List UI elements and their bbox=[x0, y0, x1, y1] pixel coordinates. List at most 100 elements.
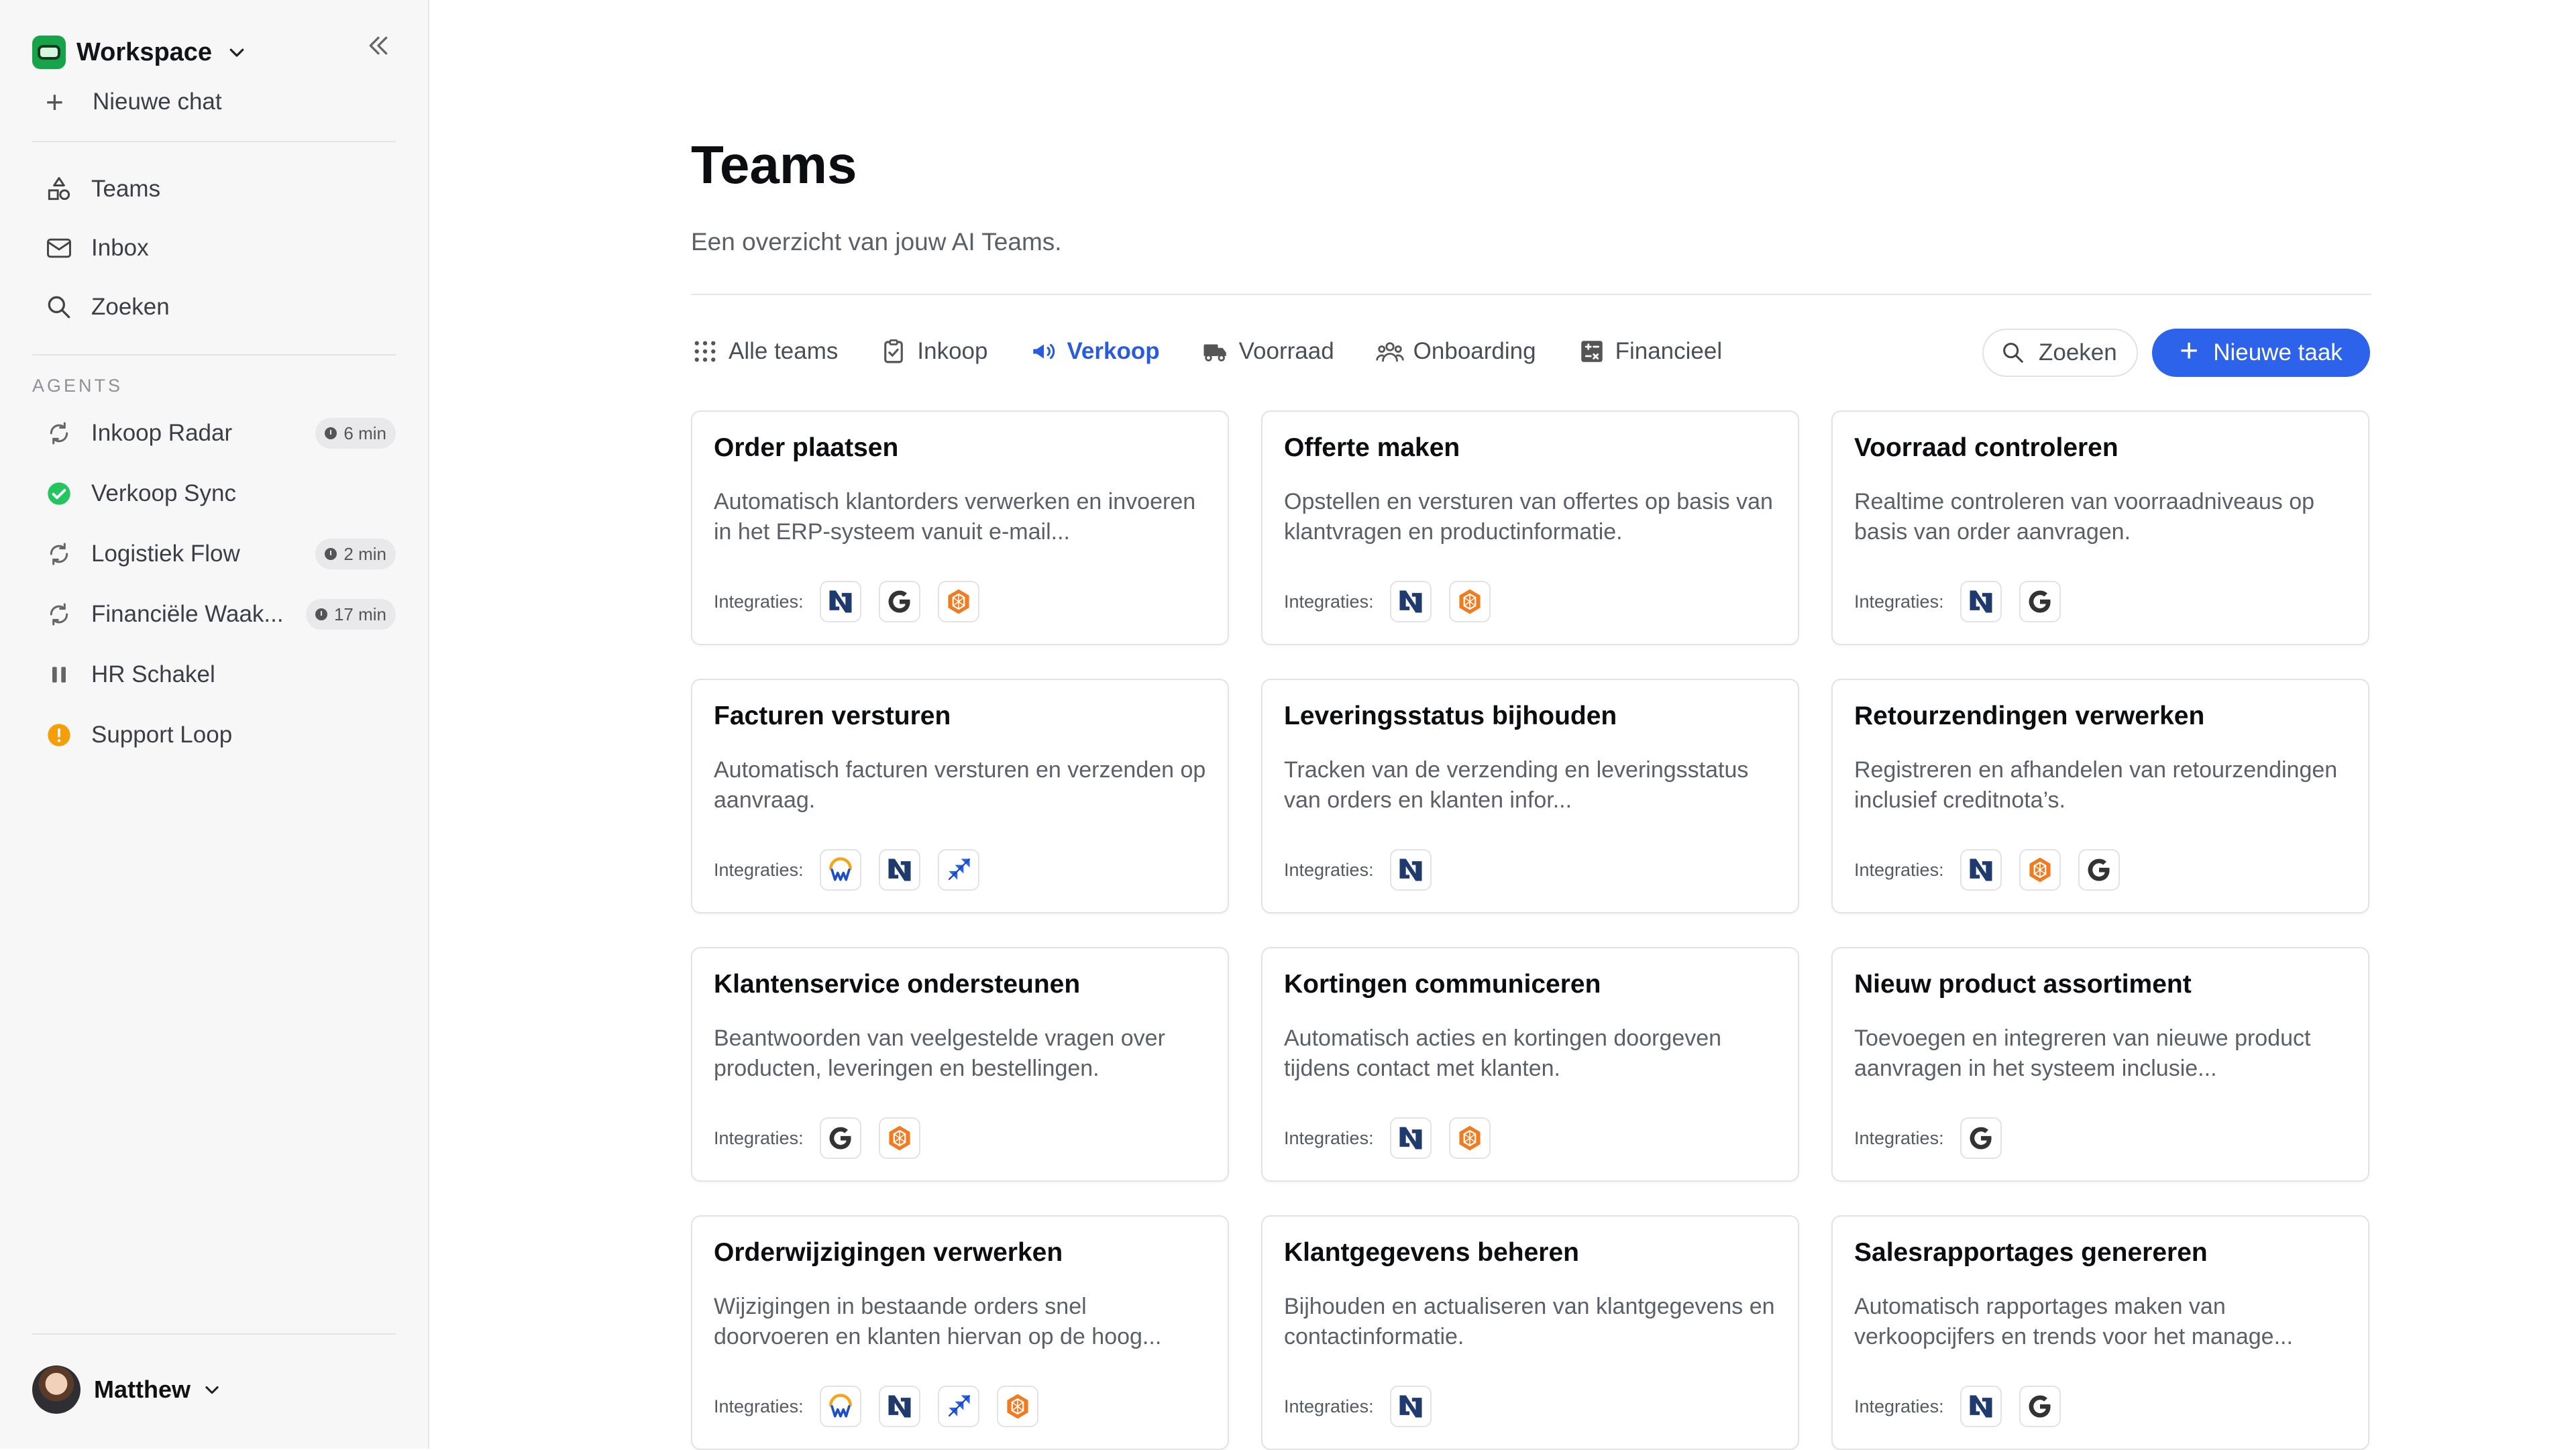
netsuite-icon bbox=[1389, 1117, 1432, 1159]
search-icon bbox=[2003, 343, 2023, 363]
team-card[interactable]: Orderwijzigingen verwerken Wijzigingen in… bbox=[691, 1215, 1229, 1450]
integrations-label: Integraties: bbox=[714, 1396, 804, 1416]
agent-item[interactable]: Verkoop Sync bbox=[32, 463, 396, 524]
user-menu[interactable]: Matthew bbox=[32, 1365, 221, 1414]
integrations-row: Integraties: bbox=[1284, 581, 1508, 622]
card-title: Kortingen communiceren bbox=[1284, 970, 1601, 999]
integrations-row: Integraties: bbox=[1284, 1386, 1449, 1427]
main-content: Teams Een overzicht van jouw AI Teams. A… bbox=[429, 0, 2576, 1450]
divider bbox=[32, 354, 396, 355]
agent-item[interactable]: Logistiek Flow 2 min bbox=[32, 524, 396, 584]
divider bbox=[32, 1333, 396, 1335]
netsuite-icon bbox=[1960, 581, 2002, 622]
search-button[interactable]: Zoeken bbox=[1982, 329, 2138, 377]
avatar bbox=[32, 1365, 80, 1414]
tab-voorraad[interactable]: Voorraad bbox=[1201, 337, 1334, 366]
integrations-label: Integraties: bbox=[714, 859, 804, 880]
card-title: Salesrapportages genereren bbox=[1854, 1238, 2208, 1267]
team-card[interactable]: Salesrapportages genereren Automatisch ra… bbox=[1831, 1215, 2369, 1450]
team-card[interactable]: Retourzendingen verwerken Registreren en … bbox=[1831, 679, 2369, 913]
divider bbox=[32, 141, 396, 142]
team-card[interactable]: Nieuw product assortiment Toevoegen en in… bbox=[1831, 947, 2369, 1182]
sync-icon bbox=[44, 419, 74, 448]
tab-verkoop[interactable]: Verkoop bbox=[1030, 337, 1160, 366]
integrations-row: Integraties: bbox=[1854, 1117, 2019, 1159]
agent-name: Inkoop Radar bbox=[91, 420, 233, 446]
users-icon bbox=[1376, 342, 1404, 362]
badge-text: 2 min bbox=[343, 543, 386, 564]
card-title: Voorraad controleren bbox=[1854, 433, 2118, 462]
grid-icon bbox=[694, 341, 716, 362]
truck-icon bbox=[1203, 344, 1226, 361]
agent-item[interactable]: Inkoop Radar 6 min bbox=[32, 403, 396, 463]
card-title: Klantenservice ondersteunen bbox=[714, 970, 1081, 999]
agent-name: HR Schakel bbox=[91, 661, 215, 687]
sidebar-item-search[interactable]: Zoeken bbox=[32, 278, 396, 337]
page-subtitle: Een overzicht van jouw AI Teams. bbox=[691, 228, 1062, 256]
team-card[interactable]: Order plaatsen Automatisch klantorders ve… bbox=[691, 410, 1229, 645]
megaphone-icon bbox=[1032, 343, 1055, 359]
pause-icon bbox=[44, 660, 74, 689]
tab-alle-teams[interactable]: Alle teams bbox=[691, 337, 838, 366]
netsuite-icon bbox=[878, 1386, 920, 1427]
workspace-name: Workspace bbox=[76, 38, 213, 66]
agent-item[interactable]: HR Schakel bbox=[32, 645, 396, 705]
integrations-label: Integraties: bbox=[1284, 1127, 1374, 1148]
sidebar-item-inbox[interactable]: Inbox bbox=[32, 219, 396, 278]
magento-icon bbox=[2019, 849, 2061, 891]
integrations-label: Integraties: bbox=[1854, 1127, 1944, 1148]
tab-label: Voorraad bbox=[1238, 338, 1334, 364]
mail-icon bbox=[47, 238, 71, 258]
tab-inkoop[interactable]: Inkoop bbox=[879, 337, 988, 366]
integrations-label: Integraties: bbox=[1284, 859, 1374, 880]
team-card[interactable]: Kortingen communiceren Automatisch acties… bbox=[1261, 947, 1799, 1182]
magento-icon bbox=[937, 581, 979, 622]
netsuite-icon bbox=[1389, 581, 1432, 622]
team-card[interactable]: Facturen versturen Automatisch facturen v… bbox=[691, 679, 1229, 913]
team-card-grid: Order plaatsen Automatisch klantorders ve… bbox=[691, 410, 2375, 1450]
netsuite-icon bbox=[1389, 849, 1432, 891]
team-card[interactable]: Offerte maken Opstellen en versturen van … bbox=[1261, 410, 1799, 645]
divider bbox=[691, 294, 2371, 295]
new-task-button[interactable]: + Nieuwe taak bbox=[2152, 329, 2370, 377]
workspace-switcher[interactable]: Workspace bbox=[32, 31, 396, 74]
wave-icon bbox=[819, 1386, 861, 1427]
team-card[interactable]: Klantenservice ondersteunen Beantwoorden … bbox=[691, 947, 1229, 1182]
sync-icon bbox=[44, 600, 74, 629]
card-description: Automatisch acties en kortingen doorgeve… bbox=[1284, 1025, 1722, 1081]
team-card[interactable]: Klantgegevens beheren Bijhouden en actual… bbox=[1261, 1215, 1799, 1450]
time-badge: 6 min bbox=[315, 418, 396, 449]
tab-onboarding[interactable]: Onboarding bbox=[1376, 337, 1536, 366]
integrations-row: Integraties: bbox=[714, 1117, 938, 1159]
integrations-row: Integraties: bbox=[714, 1386, 1056, 1427]
agents-heading: AGENTS bbox=[32, 376, 123, 396]
integrations-label: Integraties: bbox=[714, 1127, 804, 1148]
chevron-down-icon bbox=[229, 48, 244, 57]
collapse-sidebar-icon[interactable] bbox=[365, 32, 392, 59]
team-card[interactable]: Leveringsstatus bijhouden Tracken van de … bbox=[1261, 679, 1799, 913]
google-icon bbox=[2019, 581, 2061, 622]
agent-name: Financiële Waak... bbox=[91, 601, 284, 627]
tab-label: Financieel bbox=[1615, 338, 1723, 364]
google-icon bbox=[819, 1117, 861, 1159]
team-card[interactable]: Voorraad controleren Realtime controleren… bbox=[1831, 410, 2369, 645]
card-description: Toevoegen en integreren van nieuwe produ… bbox=[1854, 1025, 2311, 1081]
tab-label: Inkoop bbox=[917, 338, 988, 364]
netsuite-icon bbox=[1389, 1386, 1432, 1427]
netsuite-icon bbox=[1960, 1386, 2002, 1427]
shapes-icon bbox=[48, 177, 70, 201]
google-icon bbox=[878, 581, 920, 622]
integrations-row: Integraties: bbox=[1854, 1386, 2078, 1427]
check-circle-icon bbox=[44, 479, 74, 508]
new-chat-button[interactable]: + Nieuwe chat bbox=[32, 80, 396, 123]
clock-icon bbox=[325, 427, 337, 439]
sidebar-item-label: Inbox bbox=[91, 235, 149, 261]
card-description: Wijzigingen in bestaande orders snel doo… bbox=[714, 1294, 1162, 1349]
card-title: Facturen versturen bbox=[714, 702, 951, 730]
sidebar-item-teams[interactable]: Teams bbox=[32, 160, 396, 219]
tab-financieel[interactable]: Financieel bbox=[1578, 337, 1723, 366]
sidebar-item-label: Teams bbox=[91, 176, 161, 202]
agent-item[interactable]: Financiële Waak... 17 min bbox=[32, 584, 396, 645]
agent-item[interactable]: Support Loop bbox=[32, 705, 396, 765]
card-description: Registreren en afhandelen van retourzend… bbox=[1854, 757, 2338, 813]
